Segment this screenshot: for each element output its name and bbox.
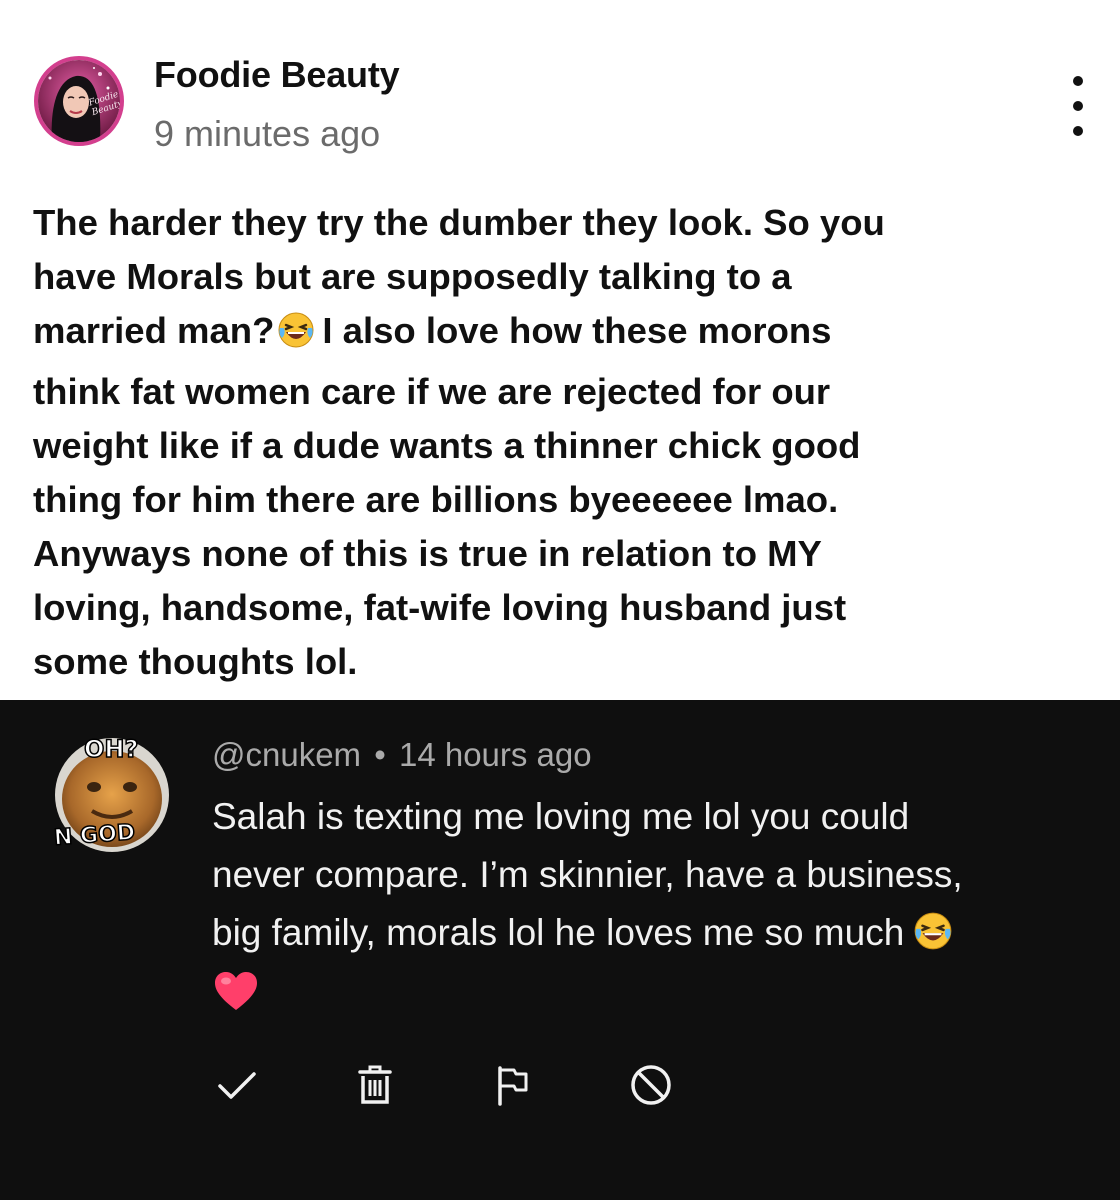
block-icon[interactable] [626, 1060, 676, 1110]
comment-card: OH? N GOD @cnukem • 14 hours ago Salah i… [0, 700, 1120, 1200]
commenter-handle[interactable]: @cnukem [212, 736, 361, 773]
meta-separator: • [374, 736, 386, 773]
post-line-segment: married man? [33, 310, 275, 351]
post-line-segment: I also love how these morons [322, 310, 832, 351]
avatar-caption-top: OH? [83, 737, 139, 764]
post-line: married man? I also love how these moron… [33, 304, 1093, 365]
heart-icon [212, 968, 260, 1016]
laughing-emoji-icon [276, 310, 316, 365]
commenter-avatar[interactable]: OH? N GOD [46, 737, 178, 854]
comment-line: never compare. I’m skinnier, have a busi… [212, 854, 963, 895]
post-body: The harder they try the dumber they look… [33, 196, 1093, 689]
post-line: loving, handsome, fat-wife loving husban… [33, 587, 847, 628]
author-name[interactable]: Foodie Beauty [154, 54, 400, 96]
comment-timestamp: 14 hours ago [398, 736, 592, 773]
comment-line: big family, morals lol he loves me so mu… [212, 904, 1072, 969]
flag-icon[interactable] [488, 1060, 538, 1110]
post-line: have Morals but are supposedly talking t… [33, 256, 792, 297]
comment-line: Salah is texting me loving me lol you co… [212, 796, 910, 837]
post-timestamp: 9 minutes ago [154, 113, 381, 154]
comment-body: Salah is texting me loving me lol you co… [212, 788, 1072, 969]
author-avatar[interactable]: Foodie Beauty [34, 56, 124, 146]
post-line: some thoughts lol. [33, 641, 358, 682]
trash-icon[interactable] [350, 1060, 400, 1110]
comment-line-segment: big family, morals lol he loves me so mu… [212, 912, 905, 953]
check-icon[interactable] [212, 1060, 262, 1110]
more-vertical-icon[interactable] [1058, 76, 1098, 136]
post-line: Anyways none of this is true in relation… [33, 533, 822, 574]
laughing-emoji-icon [912, 910, 954, 969]
comment-meta: @cnukem • 14 hours ago [212, 736, 592, 774]
post-line: thing for him there are billions byeeeee… [33, 479, 839, 520]
post-line: think fat women care if we are rejected … [33, 371, 831, 412]
post-line: weight like if a dude wants a thinner ch… [33, 425, 861, 466]
post-line: The harder they try the dumber they look… [33, 202, 885, 243]
post-card: Foodie Beauty Foodie Beauty 9 minutes ag… [0, 0, 1120, 700]
